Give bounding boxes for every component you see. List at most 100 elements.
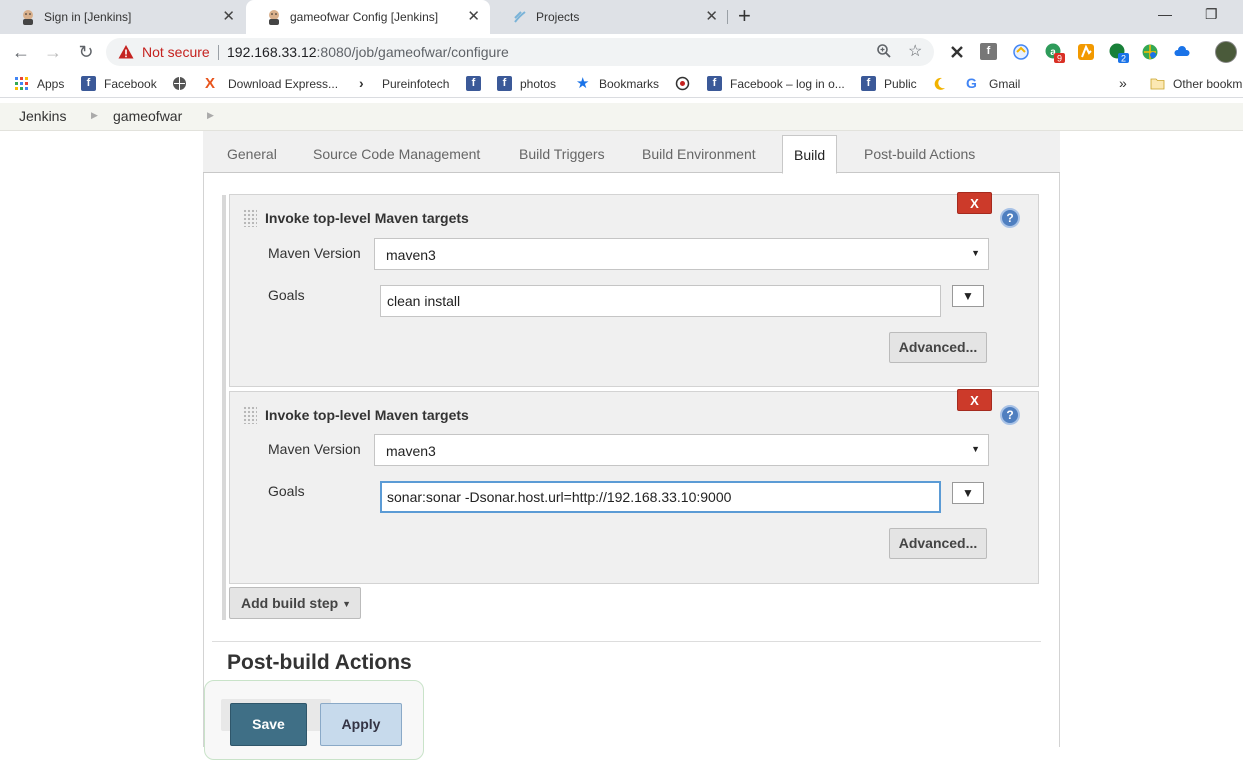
- goals-label: Goals: [268, 287, 305, 303]
- build-step-maven-2: Invoke top-level Maven targets X ? Maven…: [229, 389, 1039, 584]
- expand-textarea-button[interactable]: ▼: [952, 285, 984, 307]
- bookmark-star-icon[interactable]: ☆: [908, 41, 922, 61]
- tab-build-environment[interactable]: Build Environment: [642, 146, 756, 162]
- forward-arrow-icon[interactable]: →: [41, 40, 65, 64]
- bookmarks-bar: Apps f Facebook X Download Express... › …: [0, 70, 1243, 98]
- tab-post-build-actions[interactable]: Post-build Actions: [864, 146, 975, 162]
- bookmark-label: Download Express...: [228, 76, 339, 91]
- tab-general[interactable]: General: [227, 146, 277, 162]
- bookmark-label: Pureinfotech: [382, 76, 450, 91]
- google-icon: G: [966, 75, 977, 91]
- bookmark-pureinfotech[interactable]: › Pureinfotech: [359, 76, 449, 91]
- extension-a-icon[interactable]: a9: [1045, 43, 1065, 64]
- bookmark-facebook-2[interactable]: f: [466, 76, 489, 91]
- browser-tab-sign-in[interactable]: Sign in [Jenkins] ✕: [0, 0, 245, 34]
- not-secure-label[interactable]: Not secure: [142, 44, 210, 60]
- maven-version-select[interactable]: maven3 ▼: [374, 238, 989, 270]
- back-arrow-icon[interactable]: ←: [9, 40, 33, 64]
- browser-tab-strip: Sign in [Jenkins] ✕ gameofwar Config [Je…: [0, 0, 1243, 34]
- apply-button[interactable]: Apply: [320, 703, 402, 746]
- eye-icon: [675, 76, 690, 91]
- delete-step-button[interactable]: X: [957, 389, 992, 411]
- bookmark-label: photos: [520, 76, 557, 91]
- new-tab-icon[interactable]: +: [738, 5, 751, 27]
- help-icon[interactable]: ?: [1000, 405, 1020, 425]
- bookmark-moon[interactable]: [932, 76, 955, 91]
- advanced-button[interactable]: Advanced...: [889, 528, 987, 559]
- breadcrumb-arrow-icon[interactable]: ▶: [91, 110, 98, 121]
- step-title: Invoke top-level Maven targets: [265, 210, 469, 226]
- dropdown-caret-icon: ▼: [971, 248, 980, 258]
- x-icon: X: [205, 75, 216, 92]
- extension-f-icon[interactable]: f: [980, 43, 997, 60]
- facebook-icon: f: [861, 76, 876, 91]
- address-bar[interactable]: Not secure 192.168.33.12:8080/job/gameof…: [106, 38, 934, 66]
- breadcrumb: Jenkins ▶ gameofwar ▶: [0, 103, 1243, 131]
- breadcrumb-gameofwar[interactable]: gameofwar: [113, 108, 182, 124]
- extension-x-icon[interactable]: [948, 43, 966, 61]
- maven-version-value: maven3: [386, 247, 436, 263]
- bookmark-other[interactable]: Other bookm: [1150, 76, 1242, 91]
- url-path: :8080/job/gameofwar/configure: [316, 44, 509, 60]
- bookmark-gmail[interactable]: G Gmail: [966, 76, 1020, 91]
- build-steps-group-bar: [222, 195, 226, 620]
- minimize-window-icon[interactable]: ―: [1158, 6, 1172, 22]
- tab-separator: [727, 10, 728, 24]
- save-button[interactable]: Save: [230, 703, 307, 746]
- apps-grid-icon: [14, 76, 29, 91]
- extension-flag-icon[interactable]: [1077, 43, 1095, 61]
- extension-chat-icon[interactable]: 2: [1109, 43, 1129, 64]
- drag-handle-icon[interactable]: [243, 406, 257, 424]
- bookmark-eye[interactable]: [675, 76, 698, 91]
- advanced-button[interactable]: Advanced...: [889, 332, 987, 363]
- delete-step-button[interactable]: X: [957, 192, 992, 214]
- url-text[interactable]: 192.168.33.12:8080/job/gameofwar/configu…: [227, 44, 509, 60]
- tab-build-triggers[interactable]: Build Triggers: [519, 146, 605, 162]
- expand-textarea-button[interactable]: ▼: [952, 482, 984, 504]
- tab-build[interactable]: Build: [782, 135, 838, 174]
- goals-input[interactable]: clean install: [380, 285, 941, 317]
- add-build-step-button[interactable]: Add build step ▼: [229, 587, 361, 619]
- globe-icon: [172, 76, 187, 91]
- tab-source-code-management[interactable]: Source Code Management: [313, 146, 480, 162]
- bookmark-download-express[interactable]: X Download Express...: [205, 76, 338, 91]
- star-icon: ★: [576, 75, 590, 92]
- browser-tab-config[interactable]: gameofwar Config [Jenkins] ✕: [246, 0, 490, 34]
- browser-tab-projects[interactable]: Projects ✕: [492, 0, 728, 34]
- bookmark-facebook[interactable]: f Facebook: [81, 76, 157, 91]
- facebook-icon: f: [497, 76, 512, 91]
- reload-icon[interactable]: ↻: [74, 40, 98, 64]
- bookmark-facebook-login[interactable]: f Facebook – log in o...: [707, 76, 845, 91]
- bookmark-photos[interactable]: f photos: [497, 76, 556, 91]
- goals-input[interactable]: sonar:sonar -Dsonar.host.url=http://192.…: [380, 481, 941, 513]
- breadcrumb-jenkins[interactable]: Jenkins: [19, 108, 66, 124]
- extension-globe-icon[interactable]: [1141, 43, 1159, 61]
- bookmark-public[interactable]: f Public: [861, 76, 917, 91]
- maven-version-select[interactable]: maven3 ▼: [374, 434, 989, 466]
- bookmarks-overflow-icon[interactable]: »: [1119, 75, 1127, 91]
- help-icon[interactable]: ?: [1000, 208, 1020, 228]
- close-tab-icon[interactable]: ✕: [705, 9, 718, 25]
- facebook-icon: f: [466, 76, 481, 91]
- pureinfotech-icon: ›: [359, 75, 364, 91]
- close-tab-icon[interactable]: ✕: [222, 9, 235, 25]
- close-tab-icon[interactable]: ✕: [467, 9, 480, 25]
- address-separator: [218, 45, 219, 60]
- browser-toolbar: ← → ↻ Not secure 192.168.33.12:8080/job/…: [0, 34, 1243, 70]
- bookmark-globe[interactable]: [172, 76, 195, 91]
- bookmark-label: Other bookm: [1173, 76, 1243, 91]
- drag-handle-icon[interactable]: [243, 209, 257, 227]
- profile-avatar[interactable]: [1215, 41, 1237, 63]
- extension-cloud-icon[interactable]: [1173, 43, 1191, 61]
- warning-triangle-icon[interactable]: [118, 44, 134, 60]
- restore-window-icon[interactable]: ❐: [1205, 6, 1218, 23]
- extension-circle-icon[interactable]: [1012, 43, 1030, 61]
- tab-title: Projects: [536, 10, 580, 24]
- bookmark-bookmarks[interactable]: ★ Bookmarks: [576, 76, 659, 91]
- bookmark-apps[interactable]: Apps: [14, 76, 64, 91]
- breadcrumb-arrow-icon[interactable]: ▶: [207, 110, 214, 121]
- zoom-icon[interactable]: [876, 43, 892, 64]
- extension-badge-9: 9: [1057, 54, 1062, 64]
- config-tab-bar: General Source Code Management Build Tri…: [203, 131, 1060, 174]
- url-host: 192.168.33.12: [227, 44, 317, 60]
